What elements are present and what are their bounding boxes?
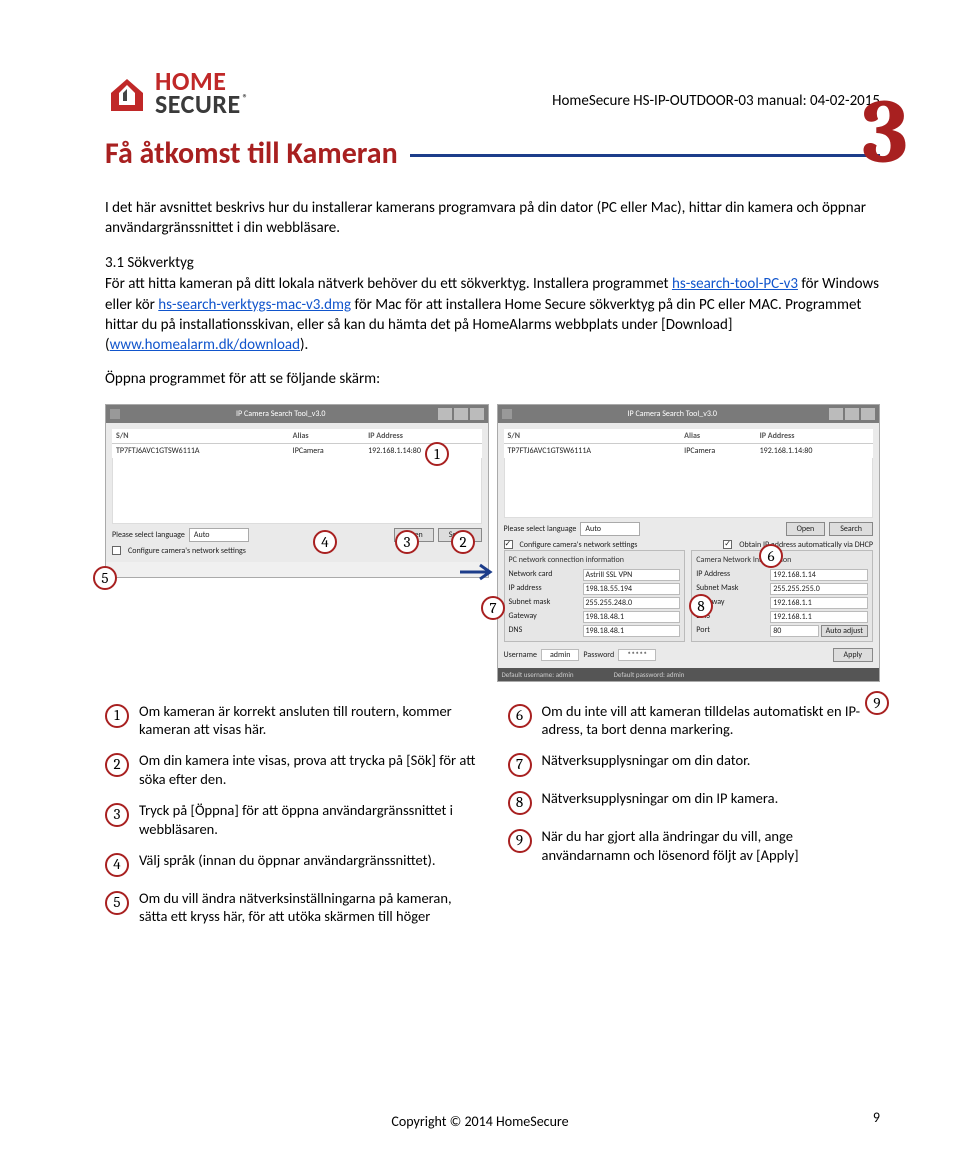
brand-logo: HOME SECURE® (105, 70, 248, 117)
document-id: HomeSecure HS-IP-OUTDOOR-03 manual: 04-0… (552, 92, 880, 110)
legend-text-2: Om din kamera inte visas, prova att tryc… (139, 751, 478, 789)
marker-8: 8 (689, 594, 713, 618)
screenshot-window-left: IP Camera Search Tool_v3.0 S/NAliasIP Ad… (105, 404, 489, 578)
arrow-right-icon (460, 562, 500, 582)
legend-num-2: 2 (105, 753, 129, 777)
legend-text-6: Om du inte vill att kameran tilldelas au… (542, 702, 881, 740)
section-intro: I det här avsnittet beskrivs hur du inst… (105, 198, 880, 239)
marker-7: 7 (481, 596, 505, 620)
marker-5: 5 (93, 566, 117, 590)
section-number: 3 (862, 81, 908, 185)
section-title: Få åtkomst till Kameran (105, 135, 398, 172)
page-number: 9 (873, 1109, 880, 1126)
body-paragraph-2: Öppna programmet för att se följande skä… (105, 369, 880, 389)
language-select[interactable]: Auto (189, 528, 249, 542)
link-mac-tool: hs-search-verktygs-mac-v3.dmg (158, 296, 351, 314)
marker-3: 3 (395, 530, 419, 554)
dhcp-checkbox[interactable] (723, 540, 732, 549)
subsection-heading: 3.1 Sökverktyg (105, 254, 880, 272)
marker-1: 1 (425, 442, 449, 466)
copyright-footer: Copyright © 2014 HomeSecure (0, 1113, 960, 1130)
screenshot-window-right: IP Camera Search Tool_v3.0 S/NAliasIP Ad… (497, 404, 881, 682)
legend-text-5: Om du vill ändra nätverksinställningarna… (139, 889, 478, 927)
legend-text-7: Nätverksupplysningar om din dator. (542, 751, 751, 770)
legend-num-7: 7 (508, 753, 532, 777)
house-shield-icon (105, 71, 149, 115)
legend-text-9: När du har gjort alla ändringar du vill,… (542, 827, 881, 865)
marker-2: 2 (451, 530, 475, 554)
legend-num-4: 4 (105, 853, 129, 877)
configure-checkbox[interactable] (112, 546, 121, 555)
link-download-site: www.homealarm.dk/download (110, 336, 300, 354)
apply-button[interactable]: Apply (833, 648, 874, 662)
legend-num-3: 3 (105, 803, 129, 827)
marker-4: 4 (313, 530, 337, 554)
legend-text-3: Tryck på [Öppna] för att öppna användarg… (139, 801, 478, 839)
configure-checkbox-on[interactable] (504, 540, 513, 549)
legend-text-8: Nätverksupplysningar om din IP kamera. (542, 789, 779, 808)
marker-9: 9 (865, 691, 889, 715)
legend-num-6: 6 (508, 704, 532, 728)
legend-num-9: 9 (508, 829, 532, 853)
section-rule (410, 154, 880, 157)
link-pc-tool: hs-search-tool-PC-v3 (672, 275, 798, 293)
legend-num-5: 5 (105, 891, 129, 915)
legend-text-1: Om kameran är korrekt ansluten till rout… (139, 702, 478, 740)
legend-num-8: 8 (508, 791, 532, 815)
legend-num-1: 1 (105, 704, 129, 728)
body-paragraph-1: För att hitta kameran på ditt lokala nät… (105, 274, 880, 355)
legend-text-4: Välj språk (innan du öppnar användargrän… (139, 851, 436, 870)
logo-text-secure: SECURE® (155, 93, 248, 116)
marker-6: 6 (759, 544, 783, 568)
